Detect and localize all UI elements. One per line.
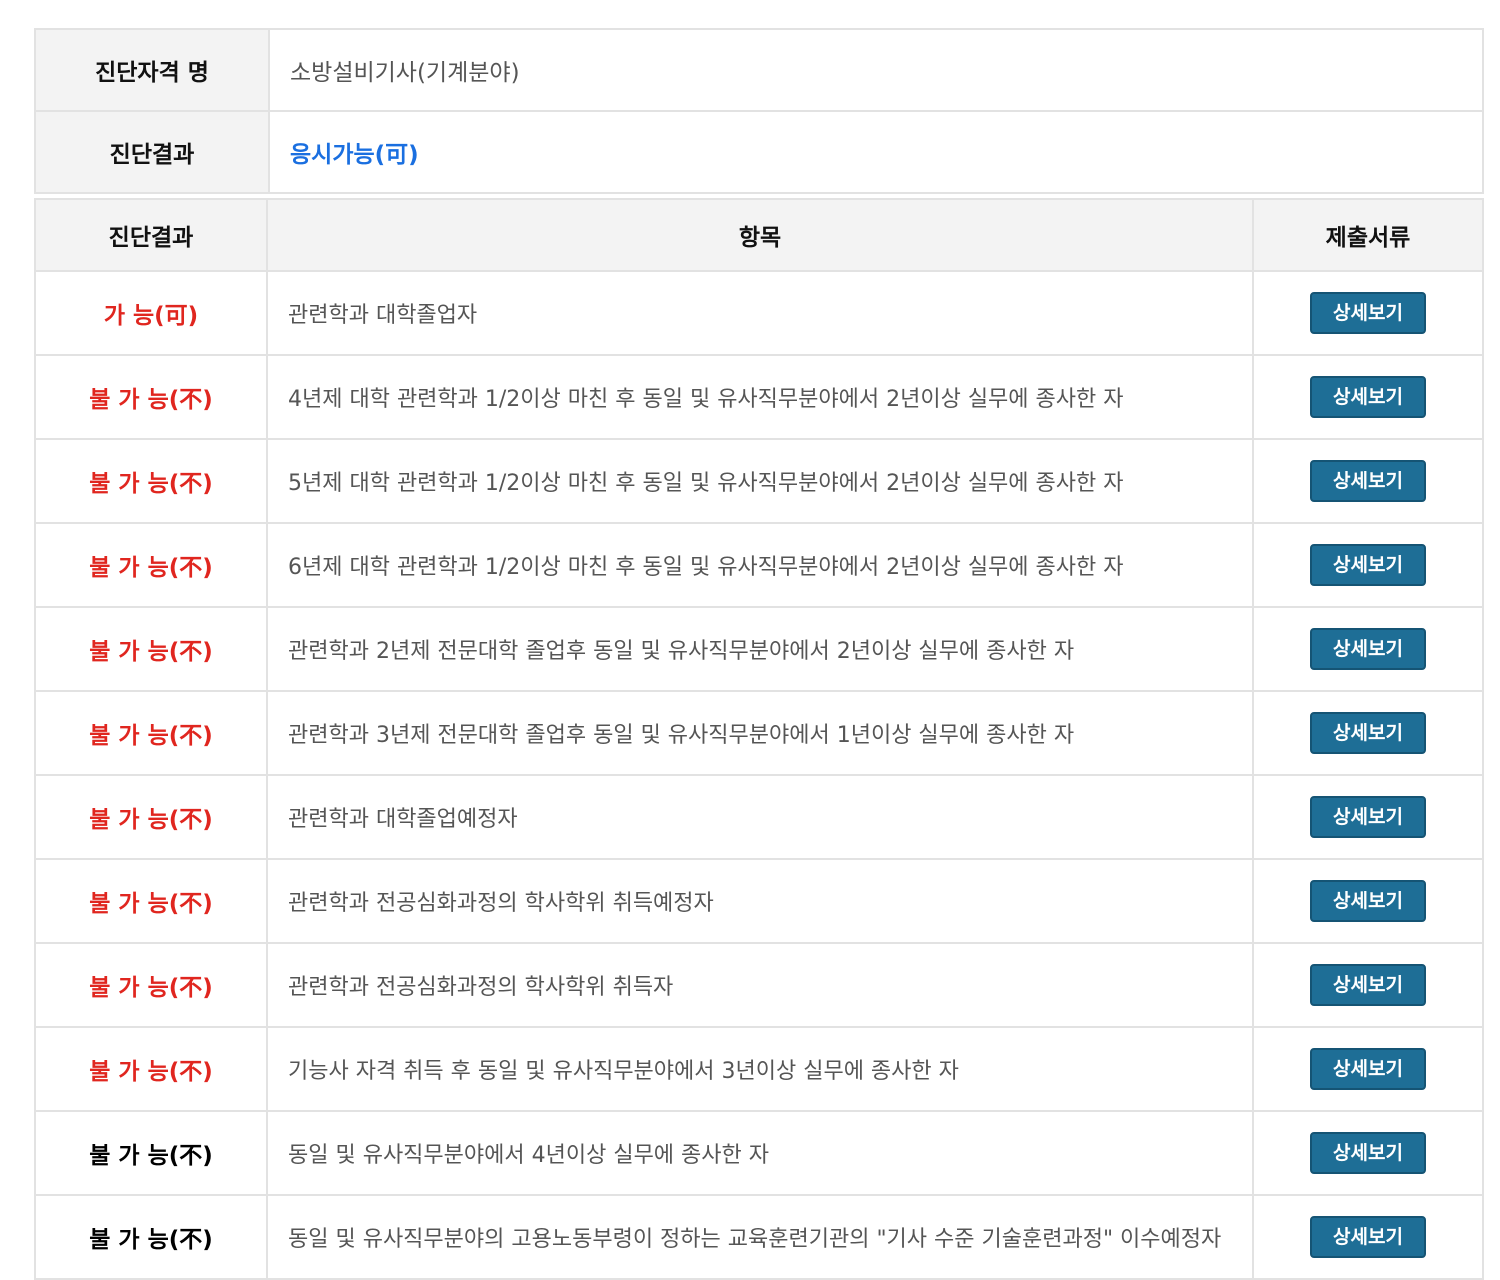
result-label: 진단결과 [34,110,270,194]
row-status: 불 가 능(不) [34,774,268,860]
row-action: 상세보기 [1252,270,1484,356]
detail-button[interactable]: 상세보기 [1310,292,1426,334]
criteria-header-row: 진단결과 항목 제출서류 [34,198,1484,272]
detail-button[interactable]: 상세보기 [1310,376,1426,418]
row-status: 불 가 능(不) [34,690,268,776]
table-row: 불 가 능(不) 기능사 자격 취득 후 동일 및 유사직무분야에서 3년이상 … [34,1026,1484,1112]
row-action: 상세보기 [1252,354,1484,440]
row-item: 6년제 대학 관련학과 1/2이상 마친 후 동일 및 유사직무분야에서 2년이… [266,522,1254,608]
row-action: 상세보기 [1252,774,1484,860]
table-row: 가 능(可) 관련학과 대학졸업자 상세보기 [34,270,1484,356]
row-status: 불 가 능(不) [34,1026,268,1112]
row-status: 불 가 능(不) [34,438,268,524]
row-status: 불 가 능(不) [34,858,268,944]
result-row: 진단결과 응시가능(可) [34,110,1484,194]
row-item: 관련학과 대학졸업예정자 [266,774,1254,860]
detail-button[interactable]: 상세보기 [1310,544,1426,586]
row-action: 상세보기 [1252,858,1484,944]
row-action: 상세보기 [1252,690,1484,776]
row-action: 상세보기 [1252,1194,1484,1280]
row-action: 상세보기 [1252,606,1484,692]
row-item: 동일 및 유사직무분야에서 4년이상 실무에 종사한 자 [266,1110,1254,1196]
detail-button[interactable]: 상세보기 [1310,1216,1426,1258]
row-item: 기능사 자격 취득 후 동일 및 유사직무분야에서 3년이상 실무에 종사한 자 [266,1026,1254,1112]
detail-button[interactable]: 상세보기 [1310,628,1426,670]
table-row: 불 가 능(不) 관련학과 2년제 전문대학 졸업후 동일 및 유사직무분야에서… [34,606,1484,692]
row-action: 상세보기 [1252,522,1484,608]
detail-button[interactable]: 상세보기 [1310,712,1426,754]
detail-button[interactable]: 상세보기 [1310,1132,1426,1174]
table-row: 불 가 능(不) 6년제 대학 관련학과 1/2이상 마친 후 동일 및 유사직… [34,522,1484,608]
row-action: 상세보기 [1252,438,1484,524]
row-status: 가 능(可) [34,270,268,356]
row-item: 동일 및 유사직무분야의 고용노동부령이 정하는 교육훈련기관의 "기사 수준 … [266,1194,1254,1280]
row-item: 관련학과 2년제 전문대학 졸업후 동일 및 유사직무분야에서 2년이상 실무에… [266,606,1254,692]
row-status: 불 가 능(不) [34,1110,268,1196]
detail-button[interactable]: 상세보기 [1310,880,1426,922]
row-status: 불 가 능(不) [34,1194,268,1280]
qualification-value: 소방설비기사(기계분야) [268,28,1484,112]
criteria-body: 가 능(可) 관련학과 대학졸업자 상세보기 불 가 능(不) 4년제 대학 관… [34,270,1484,1280]
qualification-label: 진단자격 명 [34,28,270,112]
row-item: 관련학과 3년제 전문대학 졸업후 동일 및 유사직무분야에서 1년이상 실무에… [266,690,1254,776]
row-item: 5년제 대학 관련학과 1/2이상 마친 후 동일 및 유사직무분야에서 2년이… [266,438,1254,524]
row-status: 불 가 능(不) [34,942,268,1028]
row-item: 관련학과 전공심화과정의 학사학위 취득예정자 [266,858,1254,944]
row-action: 상세보기 [1252,1026,1484,1112]
table-row: 불 가 능(不) 관련학과 3년제 전문대학 졸업후 동일 및 유사직무분야에서… [34,690,1484,776]
table-row: 불 가 능(不) 관련학과 대학졸업예정자 상세보기 [34,774,1484,860]
row-action: 상세보기 [1252,1110,1484,1196]
criteria-table: 진단결과 항목 제출서류 가 능(可) 관련학과 대학졸업자 상세보기 불 가 … [34,198,1484,1280]
row-item: 4년제 대학 관련학과 1/2이상 마친 후 동일 및 유사직무분야에서 2년이… [266,354,1254,440]
diagnosis-container: 진단자격 명 소방설비기사(기계분야) 진단결과 응시가능(可) 진단결과 항목… [34,28,1484,1280]
detail-button[interactable]: 상세보기 [1310,964,1426,1006]
row-action: 상세보기 [1252,942,1484,1028]
header-result: 진단결과 [34,198,268,272]
table-row: 불 가 능(不) 관련학과 전공심화과정의 학사학위 취득예정자 상세보기 [34,858,1484,944]
detail-button[interactable]: 상세보기 [1310,460,1426,502]
row-status: 불 가 능(不) [34,354,268,440]
header-item: 항목 [266,198,1254,272]
table-row: 불 가 능(不) 동일 및 유사직무분야의 고용노동부령이 정하는 교육훈련기관… [34,1194,1484,1280]
summary-table: 진단자격 명 소방설비기사(기계분야) 진단결과 응시가능(可) [34,28,1484,194]
table-row: 불 가 능(不) 4년제 대학 관련학과 1/2이상 마친 후 동일 및 유사직… [34,354,1484,440]
table-row: 불 가 능(不) 동일 및 유사직무분야에서 4년이상 실무에 종사한 자 상세… [34,1110,1484,1196]
detail-button[interactable]: 상세보기 [1310,796,1426,838]
header-documents: 제출서류 [1252,198,1484,272]
table-row: 불 가 능(不) 관련학과 전공심화과정의 학사학위 취득자 상세보기 [34,942,1484,1028]
qualification-row: 진단자격 명 소방설비기사(기계분야) [34,28,1484,112]
row-status: 불 가 능(不) [34,606,268,692]
detail-button[interactable]: 상세보기 [1310,1048,1426,1090]
table-row: 불 가 능(不) 5년제 대학 관련학과 1/2이상 마친 후 동일 및 유사직… [34,438,1484,524]
result-value: 응시가능(可) [268,110,1484,194]
row-item: 관련학과 전공심화과정의 학사학위 취득자 [266,942,1254,1028]
row-status: 불 가 능(不) [34,522,268,608]
row-item: 관련학과 대학졸업자 [266,270,1254,356]
